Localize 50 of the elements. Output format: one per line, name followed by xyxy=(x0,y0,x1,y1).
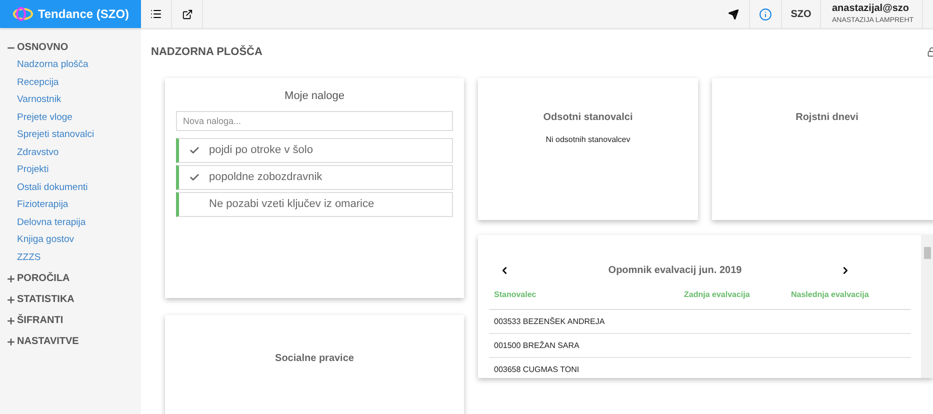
column-header: Stanovalec xyxy=(494,289,538,301)
scrollbar[interactable] xyxy=(921,235,933,378)
sidebar-link[interactable]: Ostali dokumenti xyxy=(6,178,141,196)
external-link-icon xyxy=(182,8,192,20)
task-item[interactable]: popoldne zobozdravnik xyxy=(176,164,453,190)
sidebar-link[interactable]: Nadzorna plošča xyxy=(6,56,141,74)
birthdays-title: Rojstni dnevi xyxy=(796,111,858,125)
plus-icon xyxy=(6,274,16,284)
tasks-title: Moje naloge xyxy=(284,89,346,104)
sidebar-link[interactable]: Sprejeti stanovalci xyxy=(6,126,141,144)
plus-icon xyxy=(6,336,16,346)
task-item[interactable]: pojdi po otroke v šolo xyxy=(176,138,453,162)
task-text: Ne pozabi vzeti ključev iz omarice xyxy=(209,196,374,212)
sidebar-section[interactable]: NASTAVITVE xyxy=(6,333,141,350)
column-header: Zadnja evalvacija xyxy=(684,289,751,301)
sidebar-link[interactable]: ZZZS xyxy=(6,248,141,266)
app-brand-bar[interactable]: Tendance (SZO) xyxy=(0,0,141,28)
sidebar-link[interactable]: Projekti xyxy=(6,161,141,178)
page-title: NADZORNA PLOŠČA xyxy=(151,44,262,60)
user-email: anastazijal@szo xyxy=(832,2,910,14)
sidebar-link[interactable]: Zdravstvo xyxy=(6,144,141,161)
column-header: Naslednja evalvacija xyxy=(791,289,870,301)
app-title: Tendance (SZO) xyxy=(38,6,130,23)
absent-residents-title: Odsotni stanovalci xyxy=(543,111,633,125)
paper-plane-icon xyxy=(728,8,739,20)
organization-button[interactable]: SZO xyxy=(782,0,821,28)
sidebar-section[interactable]: ŠIFRANTI xyxy=(6,312,141,329)
plus-icon xyxy=(6,294,16,304)
sidebar-link[interactable]: Delovna terapija xyxy=(6,214,141,231)
table-cell-text: 003658 CUGMAS TONI xyxy=(494,364,580,376)
absent-residents-message: Ni odsotnih stanovalcev xyxy=(546,134,630,146)
plus-icon xyxy=(6,316,16,326)
sidebar-section[interactable]: POROČILA xyxy=(6,270,141,287)
sidebar-section[interactable]: STATISTIKA xyxy=(6,291,141,308)
task-text: popoldne zobozdravnik xyxy=(209,170,322,185)
info-icon xyxy=(759,8,772,20)
sidebar-link[interactable]: Varnostnik xyxy=(6,91,141,108)
evaluations-title: Opomnik evalvacij jun. 2019 xyxy=(608,264,742,278)
sidebar-link[interactable]: Recepcija xyxy=(6,74,141,91)
table-cell-text: 003533 BEZENŠEK ANDREJA xyxy=(494,316,606,328)
task-text: pojdi po otroke v šolo xyxy=(209,142,313,158)
new-task-input[interactable]: Nova naloga... xyxy=(176,110,453,130)
sidebar-section[interactable]: OSNOVNO xyxy=(6,39,141,56)
sidebar-link[interactable]: Prejete vloge xyxy=(6,108,141,126)
task-item[interactable]: Ne pozabi vzeti ključev iz omarice xyxy=(176,192,453,216)
sidebar-link[interactable]: Fizioterapija xyxy=(6,196,141,214)
logo-icon xyxy=(12,6,34,22)
sidebar-link[interactable]: Knjiga gostov xyxy=(6,231,141,248)
table-cell-text: 001500 BREŽAN SARA xyxy=(494,340,580,352)
social-rights-title: Socialne pravice xyxy=(275,353,354,364)
